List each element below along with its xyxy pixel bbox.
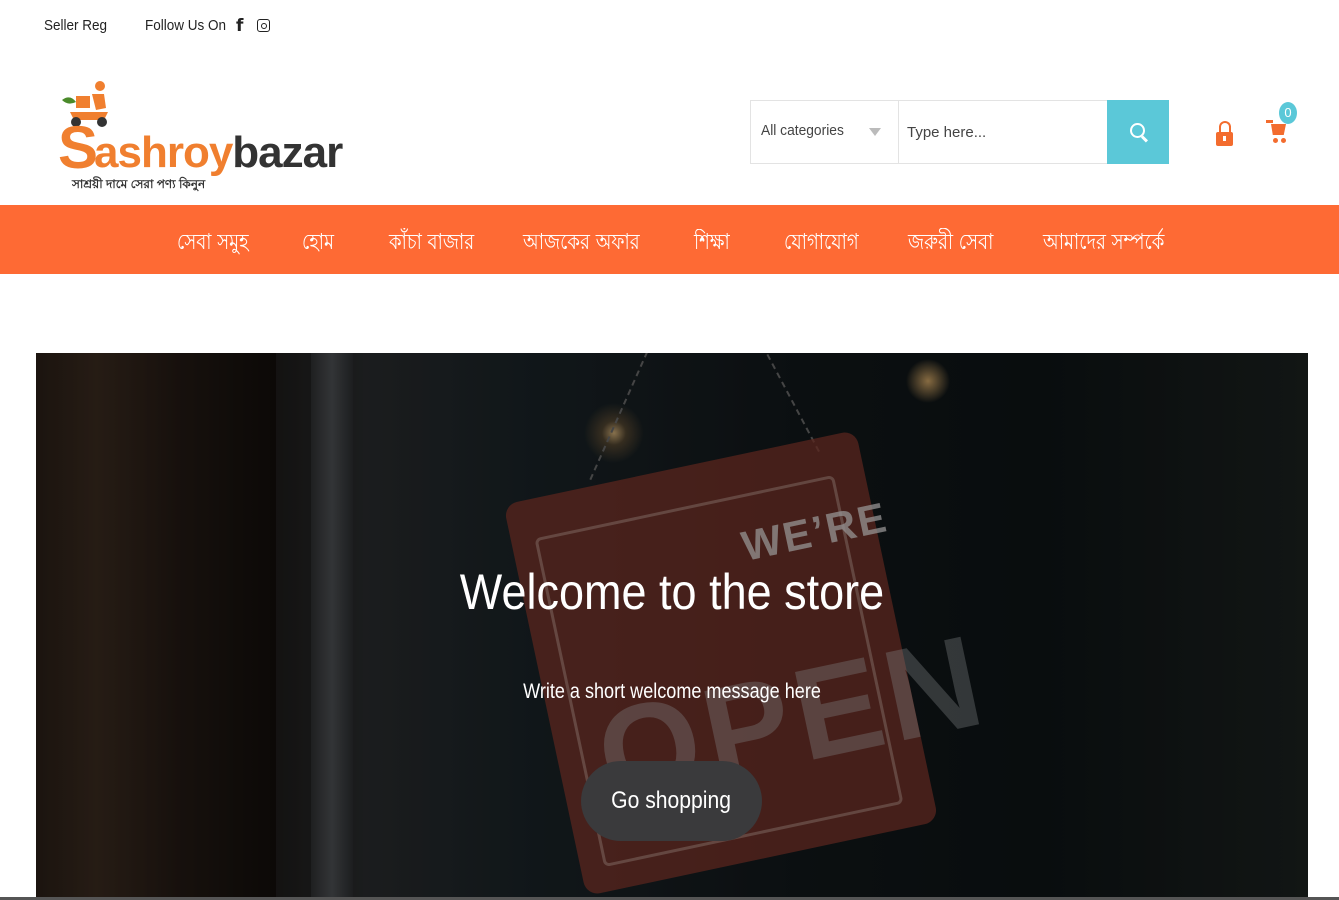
caret-down-icon (869, 128, 881, 136)
nav-item-education[interactable]: শিক্ষা (694, 225, 730, 262)
cart-wheel (1273, 138, 1278, 143)
nav-item-about-us[interactable]: আমাদের সম্পর্কে (1043, 225, 1164, 262)
nav-item-todays-offer[interactable]: আজকের অফার (523, 225, 640, 262)
logo-word-part2: bazar (232, 128, 343, 177)
cart-count-badge: 0 (1279, 102, 1297, 124)
logo-letter: S (58, 114, 99, 181)
main-nav: সেবা সমুহ হোম কাঁচা বাজার আজকের অফার শিক… (0, 205, 1339, 274)
cart-basket (1271, 124, 1286, 135)
top-bar: Seller Reg Follow Us On f (0, 0, 1339, 52)
logo-tagline: সাশ্রয়ী দামে সেরা পণ্য কিনুন (72, 177, 206, 191)
nav-item-contact[interactable]: যোগাযোগ (784, 225, 859, 262)
search-input[interactable] (899, 101, 1107, 163)
cart-handle (1266, 120, 1273, 123)
nav-item-emergency[interactable]: জরুরী সেবা (908, 225, 993, 262)
logo-wordmark: ashroybazar (94, 128, 343, 178)
hero-banner: WE’RE OPEN Welcome to the store Write a … (36, 353, 1308, 900)
follow-us-label: Follow Us On (145, 17, 227, 34)
search-bar: All categories (750, 100, 1169, 164)
cart-wheel (1281, 138, 1286, 143)
go-shopping-button[interactable]: Go shopping (581, 761, 762, 841)
nav-item-home[interactable]: হোম (302, 225, 334, 262)
go-shopping-label: Go shopping (611, 787, 732, 814)
category-select-value: All categories (761, 122, 844, 139)
logo-word-part1: ashroy (94, 128, 233, 177)
site-logo[interactable]: S ashroybazar সাশ্রয়ী দামে সেরা পণ্য কি… (44, 80, 343, 198)
search-button[interactable] (1107, 100, 1169, 164)
facebook-icon[interactable]: f (236, 16, 243, 36)
search-icon-handle (1140, 135, 1149, 143)
nav-item-services[interactable]: সেবা সমুহ (177, 225, 249, 262)
lock-icon[interactable] (1216, 121, 1234, 147)
nav-item-grocery[interactable]: কাঁচা বাজার (389, 225, 474, 262)
seller-reg-link[interactable]: Seller Reg (44, 17, 107, 34)
hero-title: Welcome to the store (459, 564, 885, 620)
instagram-icon[interactable] (257, 19, 270, 32)
category-select[interactable]: All categories (751, 101, 899, 163)
hero-subtitle: Write a short welcome message here (523, 680, 821, 703)
lock-keyhole (1223, 136, 1226, 141)
